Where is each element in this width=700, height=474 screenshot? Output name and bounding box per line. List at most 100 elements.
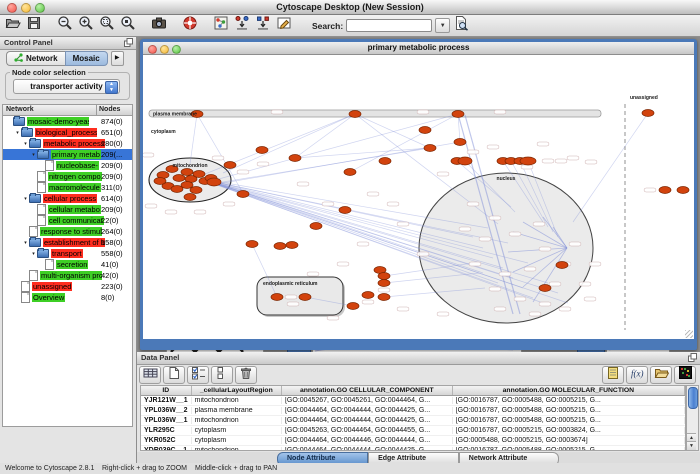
tree-row[interactable]: ▾primary metab209(... — [3, 149, 132, 160]
network-node[interactable] — [173, 175, 185, 182]
network-node[interactable] — [349, 111, 361, 118]
annotations-button[interactable] — [273, 16, 294, 35]
network-node[interactable] — [452, 111, 464, 118]
network-node[interactable] — [556, 262, 568, 269]
network-node[interactable] — [642, 110, 654, 117]
network-node[interactable] — [424, 145, 436, 152]
visual-mapper-button[interactable] — [210, 16, 231, 35]
attribute-grid-button[interactable] — [139, 366, 161, 384]
save-session-button[interactable] — [23, 16, 44, 35]
select-attributes-button[interactable] — [187, 366, 209, 384]
snapshot-button[interactable] — [148, 16, 169, 35]
network-node[interactable] — [289, 155, 301, 162]
zoom-view-icon[interactable] — [172, 45, 181, 54]
network-node[interactable] — [274, 243, 286, 250]
tree-row[interactable]: cellular metabo209(0) — [3, 204, 132, 215]
network-node[interactable] — [339, 207, 351, 214]
tree-row[interactable]: multi-organism pro42(0) — [3, 270, 132, 281]
tree-row[interactable]: macromolecule311(0) — [3, 182, 132, 193]
network-node[interactable] — [454, 139, 466, 146]
expander-icon[interactable]: ▾ — [30, 251, 37, 257]
zoom-fit-button[interactable] — [96, 16, 117, 35]
network-node[interactable] — [362, 292, 374, 299]
attribute-notes-button[interactable] — [602, 366, 624, 384]
network-node[interactable] — [419, 127, 431, 134]
tree-row[interactable]: unassigned223(0) — [3, 281, 132, 292]
help-button[interactable] — [179, 16, 200, 35]
tree-row[interactable]: Overview8(0) — [3, 292, 132, 303]
import-attributes-button[interactable] — [650, 366, 672, 384]
tab-mosaic[interactable]: Mosaic — [65, 51, 108, 66]
tab-network[interactable]: Network — [6, 51, 65, 66]
table-row[interactable]: YPL036W__1mitochondrion[GO:0044464, GO:0… — [141, 416, 685, 426]
expander-icon[interactable]: ▾ — [14, 130, 21, 136]
scrollbar-thumb[interactable] — [688, 387, 698, 409]
tree-row[interactable]: secretion41(0) — [3, 259, 132, 270]
tree-row[interactable]: mosaic-demo-yeast874(0) — [3, 116, 132, 127]
network-node[interactable] — [659, 187, 671, 194]
network-node[interactable] — [237, 191, 249, 198]
zoom-out-button[interactable] — [54, 16, 75, 35]
network-node[interactable] — [378, 294, 390, 301]
table-row[interactable]: YPL036W__2plasma membrane[GO:0044464, GO… — [141, 406, 685, 416]
network-node[interactable] — [458, 157, 472, 165]
zoom-window-icon[interactable] — [35, 3, 45, 13]
tree-row[interactable]: nitrogen compo209(0) — [3, 171, 132, 182]
expander-icon[interactable]: ▾ — [22, 141, 29, 147]
new-attribute-button[interactable] — [163, 366, 185, 384]
table-scrollbar[interactable]: ▲ ▼ — [686, 385, 699, 451]
resize-grip[interactable] — [685, 330, 693, 338]
network-node[interactable] — [378, 280, 390, 287]
network-node[interactable] — [310, 223, 322, 230]
close-view-icon[interactable] — [148, 45, 157, 54]
network-node[interactable] — [520, 157, 536, 165]
network-node[interactable] — [378, 273, 390, 280]
network-node[interactable] — [190, 187, 202, 194]
zoom-in-button[interactable] — [75, 16, 96, 35]
network-node[interactable] — [193, 171, 205, 178]
plasma-membrane-region[interactable] — [149, 110, 601, 117]
table-row[interactable]: YDR039C__1mitochondrion[GO:0044464, GO:0… — [141, 446, 685, 451]
network-node[interactable] — [154, 178, 166, 185]
tree-row[interactable]: ▾metabolic process280(0) — [3, 138, 132, 149]
node-color-dropdown[interactable]: transporter activity ▲▼ — [13, 79, 120, 94]
network-node[interactable] — [184, 194, 196, 201]
layout-edges-button[interactable] — [252, 16, 273, 35]
network-node[interactable] — [344, 169, 356, 176]
column-header[interactable]: annotation.GO CELLULAR_COMPONENT — [282, 386, 453, 395]
network-window-titlebar[interactable]: primary metabolic process — [143, 42, 694, 55]
tree-row[interactable]: cell communicat22(0) — [3, 215, 132, 226]
network-node[interactable] — [347, 303, 359, 310]
close-window-icon[interactable] — [7, 3, 17, 13]
column-header[interactable]: annotation.GO MOLECULAR_FUNCTION — [453, 386, 685, 395]
network-node[interactable] — [271, 294, 283, 301]
network-node[interactable] — [246, 241, 258, 248]
tree-row[interactable]: ▾transport558(0) — [3, 248, 132, 259]
column-nodes[interactable]: Nodes — [96, 105, 132, 115]
open-session-button[interactable] — [2, 16, 23, 35]
network-canvas[interactable]: plasma membranecytoplasmmitochondrionnuc… — [143, 55, 694, 339]
layout-nodes-button[interactable] — [231, 16, 252, 35]
tree-row[interactable]: ▾establishment of lo558(0) — [3, 237, 132, 248]
network-node[interactable] — [379, 158, 391, 165]
scroll-down-icon[interactable]: ▼ — [687, 441, 696, 450]
expander-icon[interactable]: ▾ — [22, 196, 29, 202]
table-row[interactable]: YKR052Ccytoplasm[GO:0044464, GO:0044446,… — [141, 436, 685, 446]
matrix-view-button[interactable] — [674, 366, 696, 384]
table-row[interactable]: YLR295Ccytoplasm[GO:0045263, GO:0044464,… — [141, 426, 685, 436]
search-dropdown-icon[interactable]: ▼ — [435, 18, 450, 33]
network-node[interactable] — [256, 147, 268, 154]
column-header[interactable]: _cellularLayoutRegion — [192, 386, 282, 395]
tree-row[interactable]: nucleobase-209(0) — [3, 160, 132, 171]
minimize-window-icon[interactable] — [21, 3, 31, 13]
network-node[interactable] — [677, 187, 689, 194]
network-node[interactable] — [224, 162, 236, 169]
delete-attribute-button[interactable] — [235, 366, 257, 384]
enhanced-search-button[interactable] — [450, 16, 471, 35]
minimize-view-icon[interactable] — [160, 45, 169, 54]
function-builder-button[interactable]: f(x) — [626, 366, 648, 384]
network-node[interactable] — [539, 285, 551, 292]
zoom-selected-button[interactable] — [117, 16, 138, 35]
search-input[interactable] — [346, 19, 432, 32]
network-node[interactable] — [207, 178, 221, 186]
